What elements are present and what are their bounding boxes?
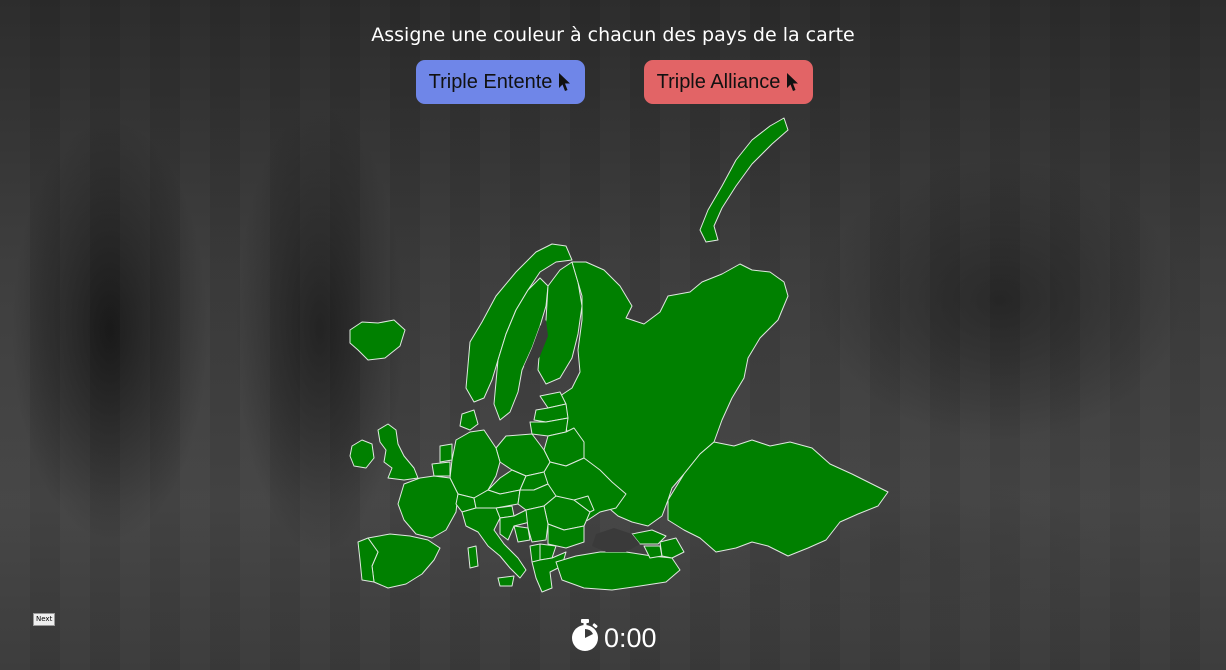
- country-united-kingdom[interactable]: [377, 423, 419, 481]
- country-turkey[interactable]: [555, 551, 681, 591]
- europe-map: [340, 110, 900, 610]
- black-sea: [592, 528, 640, 552]
- country-netherlands[interactable]: [439, 443, 453, 463]
- country-sicily[interactable]: [497, 575, 515, 587]
- instruction-text: Assigne une couleur à chacun des pays de…: [371, 24, 855, 46]
- country-denmark[interactable]: [459, 409, 479, 431]
- country-poland[interactable]: [495, 433, 551, 477]
- country-ireland[interactable]: [349, 439, 375, 469]
- next-button[interactable]: Next: [33, 613, 56, 626]
- timer-value: 0:00: [604, 622, 657, 653]
- country-bosnia[interactable]: [513, 525, 531, 543]
- cursor-pointer-icon: [786, 72, 800, 92]
- country-kazakhstan[interactable]: [667, 439, 889, 557]
- country-azerbaijan[interactable]: [659, 537, 685, 559]
- country-sardinia[interactable]: [467, 545, 479, 569]
- country-spain[interactable]: [367, 533, 441, 589]
- country-iceland[interactable]: [349, 319, 406, 361]
- triple-alliance-label: Triple Alliance: [656, 70, 781, 93]
- country-novaya-zemlya[interactable]: [699, 117, 789, 243]
- stopwatch-icon: [570, 618, 600, 659]
- triple-entente-label: Triple Entente: [428, 70, 553, 93]
- cursor-pointer-icon: [558, 72, 572, 92]
- country-belgium[interactable]: [431, 461, 451, 477]
- triple-alliance-button[interactable]: Triple Alliance: [644, 60, 813, 104]
- country-france[interactable]: [397, 475, 459, 539]
- timer: 0:00: [570, 618, 657, 658]
- country-albania[interactable]: [529, 543, 541, 563]
- triple-entente-button[interactable]: Triple Entente: [416, 60, 585, 104]
